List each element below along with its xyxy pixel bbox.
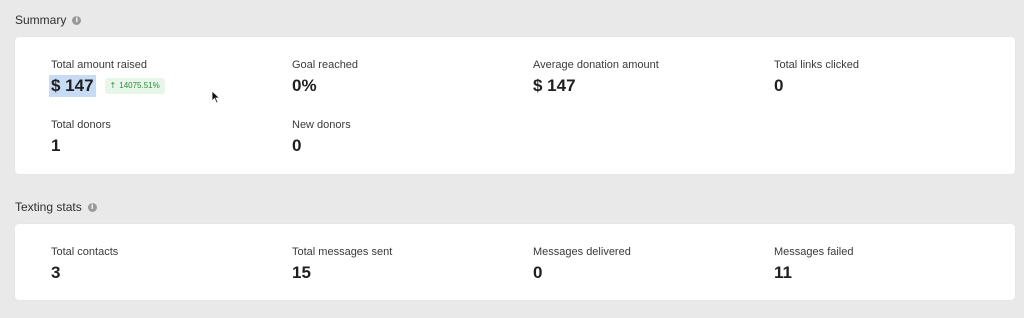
info-icon[interactable]: i	[87, 202, 97, 212]
stat-label: Total donors	[51, 119, 111, 131]
stat-value: 0	[533, 263, 543, 282]
stat-label: Average donation amount	[533, 59, 659, 71]
stat-value: 1	[51, 136, 61, 155]
texting-stats-card: Total contacts 3 Total messages sent 15 …	[15, 224, 1015, 300]
stat-value: 11	[774, 263, 792, 282]
stat-goal-reached: Goal reached 0%	[292, 59, 358, 97]
texting-stats-title-label: Texting stats	[15, 200, 82, 214]
summary-card: Total amount raised $ 147 ↑ 14075.51% Go…	[15, 37, 1015, 174]
stat-new-donors: New donors 0	[292, 119, 351, 157]
summary-title-label: Summary	[15, 13, 67, 27]
change-badge: ↑ 14075.51%	[104, 78, 165, 94]
stat-label: Total messages sent	[292, 246, 393, 258]
arrow-up-icon: ↑	[109, 81, 117, 90]
stat-average-donation: Average donation amount $ 147	[533, 59, 659, 97]
change-percent: 14075.51%	[119, 81, 160, 90]
stat-value: 0	[292, 136, 302, 155]
stat-messages-delivered: Messages delivered 0	[533, 246, 631, 284]
stat-value: 15	[292, 263, 311, 282]
stat-total-contacts: Total contacts 3	[51, 246, 118, 284]
stat-label: Messages failed	[774, 246, 854, 258]
stat-value: 0	[774, 76, 784, 95]
stat-total-amount-raised: Total amount raised $ 147 ↑ 14075.51%	[49, 59, 165, 97]
stat-value: 3	[51, 263, 61, 282]
stat-value[interactable]: $ 147	[49, 75, 96, 97]
summary-section-title: Summary i	[15, 13, 82, 27]
stat-total-messages-sent: Total messages sent 15	[292, 246, 392, 284]
stat-label: Goal reached	[292, 59, 359, 71]
stat-messages-failed: Messages failed 11	[774, 246, 854, 284]
info-icon[interactable]: i	[72, 15, 82, 25]
stat-label: Total contacts	[51, 246, 119, 258]
stat-value: $ 147	[533, 76, 576, 95]
stat-label: New donors	[292, 119, 351, 131]
mouse-cursor-icon	[211, 90, 221, 104]
texting-stats-section-title: Texting stats i	[15, 200, 97, 214]
stat-label: Total amount raised	[51, 59, 147, 71]
stat-label: Total links clicked	[774, 59, 859, 71]
stat-value: 0%	[292, 76, 317, 95]
stat-total-links-clicked: Total links clicked 0	[774, 59, 859, 97]
stat-total-donors: Total donors 1	[51, 119, 111, 157]
stat-label: Messages delivered	[533, 246, 631, 258]
